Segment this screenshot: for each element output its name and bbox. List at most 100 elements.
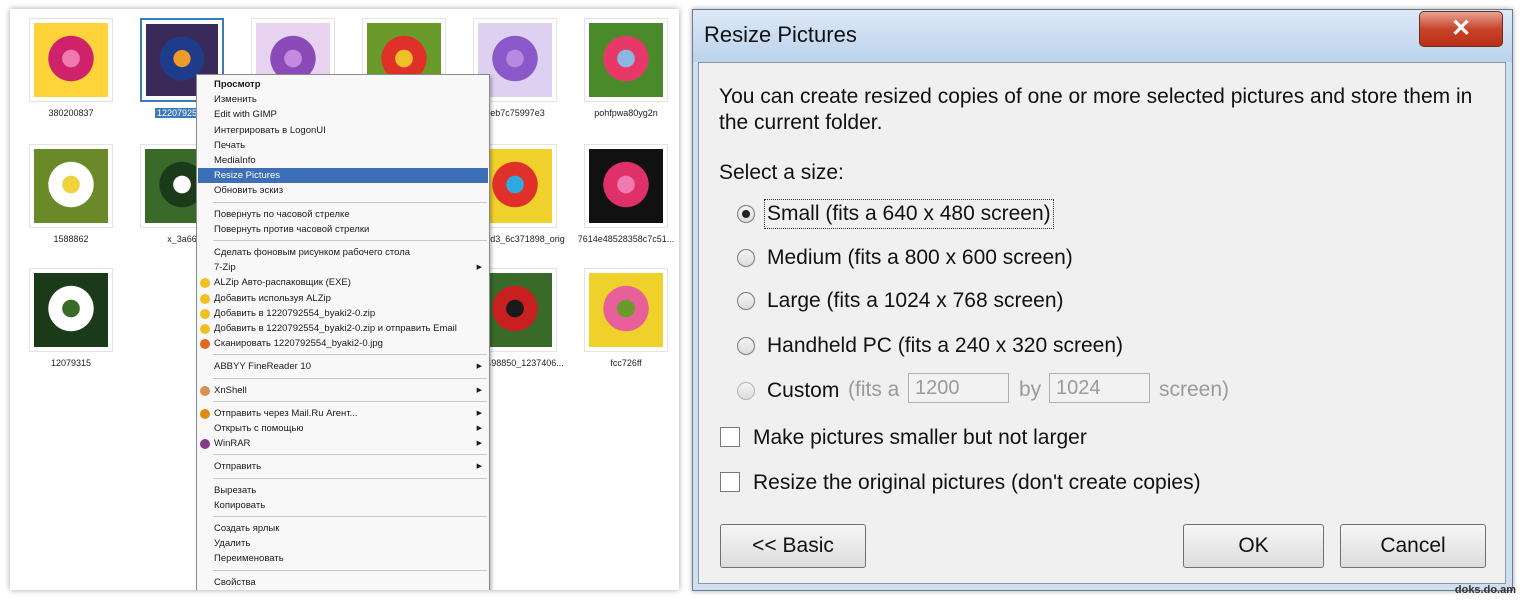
file-thumbnail[interactable]: 380200837 [20,18,122,118]
size-medium-radio[interactable] [737,249,755,267]
menu-item-label: Обновить эскиз [214,185,284,197]
submenu-arrow-icon: ▶ [476,463,482,471]
menu-item[interactable]: Изменить [198,92,488,107]
cancel-button[interactable]: Cancel [1340,524,1486,568]
menu-item[interactable]: Свойства [198,575,488,590]
size-handheld-label[interactable]: Handheld PC (fits a 240 x 320 screen) [767,334,1123,358]
menu-item-label: Создать ярлык [214,523,280,534]
menu-item[interactable]: Отправить через Mail.Ru Агент... ▶ [198,406,488,421]
custom-height-input[interactable]: 1024 [1049,373,1150,403]
menu-item-label: Открыть с помощью [214,423,304,434]
size-large-label[interactable]: Large (fits a 1024 x 768 screen) [767,289,1064,313]
menu-item-label: Свойства [214,576,256,588]
menu-item[interactable]: WinRAR ▶ [198,436,488,451]
menu-item[interactable]: MediaInfo [198,153,488,168]
alzip-icon [200,293,210,304]
menu-separator [213,569,487,571]
menu-item-label: Edit with GIMP [214,109,277,121]
menu-item-label: Повернуть против часовой стрелки [214,223,370,235]
size-small-radio[interactable] [737,205,755,223]
file-thumbnail[interactable]: 12079315 [20,268,122,368]
custom-screen-label: screen) [1159,378,1230,401]
intro-text-line-1: You can create resized copies of one or … [719,85,1473,108]
ok-button[interactable]: OK [1183,524,1324,568]
menu-item-label: XnShell [214,384,247,396]
menu-item[interactable]: Вырезать [198,483,488,498]
menu-item-label: Вырезать [214,484,257,496]
file-thumbnail[interactable]: 1588862 [20,144,122,244]
thumbnail-image [584,18,668,102]
resize-original-checkbox[interactable] [720,472,740,492]
thumbnail-image [29,144,113,228]
menu-item[interactable]: ALZip Авто-распаковщик (EXE) [198,275,488,290]
thumbnail-image [29,268,113,352]
menu-item-label: Переименовать [214,553,284,565]
menu-item[interactable]: Обновить эскиз [198,183,488,198]
menu-item-label: WinRAR [214,438,251,450]
menu-item[interactable]: Удалить [198,536,488,551]
menu-item[interactable]: Создать ярлык [198,521,488,536]
menu-item[interactable]: 7-Zip ▶ [198,260,488,275]
menu-separator [213,400,487,402]
menu-item[interactable]: Edit with GIMP [198,107,488,122]
mailru-icon [200,408,210,419]
dialog-body: You can create resized copies of one or … [698,62,1506,584]
winrar-icon [200,439,210,450]
basic-button[interactable]: << Basic [720,524,866,568]
menu-item[interactable]: Просмотр [198,77,488,92]
thumbnail-image [584,268,668,352]
menu-item-label: Повернуть по часовой стрелке [214,208,350,220]
menu-item[interactable]: Повернуть по часовой стрелке [198,207,488,222]
size-medium-label[interactable]: Medium (fits a 800 x 600 screen) [767,246,1073,270]
file-thumbnail[interactable]: fcc726ff [575,268,677,368]
menu-item[interactable]: Переименовать [198,551,488,566]
menu-item-label: Удалить [214,538,251,550]
file-thumbnail[interactable]: 7614e48528358c7c51... [575,144,677,244]
menu-separator [213,477,487,479]
file-name: 12079315 [50,358,92,368]
size-handheld-radio[interactable] [737,337,755,355]
menu-item[interactable]: Интегрировать в LogonUI [198,123,488,138]
alzip-icon [200,324,210,334]
menu-item[interactable]: Добавить в 1220792554_byaki2-0.zip и отп… [198,321,488,336]
menu-item[interactable]: Отправить ▶ [198,459,488,474]
menu-item-label: Добавить в 1220792554_byaki2-0.zip [214,307,376,319]
menu-item-label: Добавить в 1220792554_byaki2-0.zip и отп… [214,323,457,334]
menu-item[interactable]: XnShell ▶ [198,383,488,398]
close-button[interactable]: ✕ [1419,11,1503,47]
smaller-not-larger-checkbox[interactable] [720,427,740,447]
submenu-arrow-icon: ▶ [476,386,482,394]
size-large-radio[interactable] [737,292,755,310]
menu-item[interactable]: Добавить в 1220792554_byaki2-0.zip [198,306,488,321]
menu-separator [213,201,487,203]
menu-item[interactable]: Resize Pictures [198,168,488,184]
select-size-label: Select a size: [719,161,844,184]
intro-text-line-2: the current folder. [719,111,883,134]
menu-item[interactable]: Повернуть против часовой стрелки [198,222,488,237]
menu-item[interactable]: Открыть с помощью ▶ [198,421,488,436]
menu-item[interactable]: Добавить используя ALZip [198,291,488,306]
menu-item-label: Копировать [214,499,266,511]
menu-item-label: ALZip Авто-распаковщик (EXE) [214,277,351,289]
file-name: pohfpwa80yg2n [594,108,658,118]
menu-separator [213,240,487,241]
submenu-arrow-icon: ▶ [476,409,482,417]
resize-original-label[interactable]: Resize the original pictures (don't crea… [753,471,1201,495]
size-custom-radio[interactable] [737,382,755,400]
menu-item[interactable]: ABBYY FineReader 10 ▶ [198,359,488,374]
menu-item[interactable]: Копировать [198,498,488,513]
size-small-label[interactable]: Small (fits a 640 x 480 screen) [764,199,1054,229]
size-custom-label[interactable]: Custom [767,379,839,403]
menu-item-label: Изменить [214,94,257,106]
menu-item[interactable]: Печать [198,138,488,153]
smaller-not-larger-label[interactable]: Make pictures smaller but not larger [753,426,1087,450]
custom-width-input[interactable]: 1200 [908,373,1009,403]
file-thumbnail[interactable]: pohfpwa80yg2n [575,18,677,118]
explorer-window: 380200837 1220792554 deb7c75997e3 pohfpwa80… [10,9,679,590]
menu-item-label: Просмотр [214,79,261,90]
menu-item-label: Отправить [214,461,262,473]
menu-item[interactable]: Сделать фоновым рисунком рабочего стола [198,245,488,260]
alzip-icon [200,278,210,289]
menu-item-label: Печать [214,139,246,151]
menu-item[interactable]: Сканировать 1220792554_byaki2-0.jpg [198,336,488,351]
